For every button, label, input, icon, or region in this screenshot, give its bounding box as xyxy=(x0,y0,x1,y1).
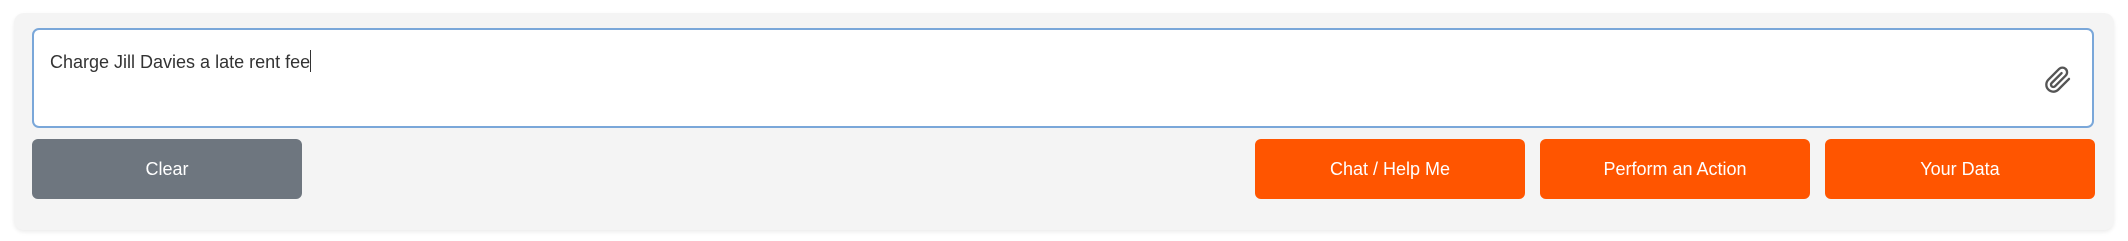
message-input-text: Charge Jill Davies a late rent fee xyxy=(50,50,312,72)
chat-help-button[interactable]: Chat / Help Me xyxy=(1255,139,1525,199)
perform-action-button[interactable]: Perform an Action xyxy=(1540,139,1810,199)
chat-input-panel: Charge Jill Davies a late rent fee Clear… xyxy=(14,13,2114,230)
message-input[interactable]: Charge Jill Davies a late rent fee xyxy=(32,28,2094,128)
paperclip-icon[interactable] xyxy=(2044,66,2072,94)
clear-button[interactable]: Clear xyxy=(32,139,302,199)
text-caret xyxy=(310,50,312,72)
your-data-button[interactable]: Your Data xyxy=(1825,139,2095,199)
